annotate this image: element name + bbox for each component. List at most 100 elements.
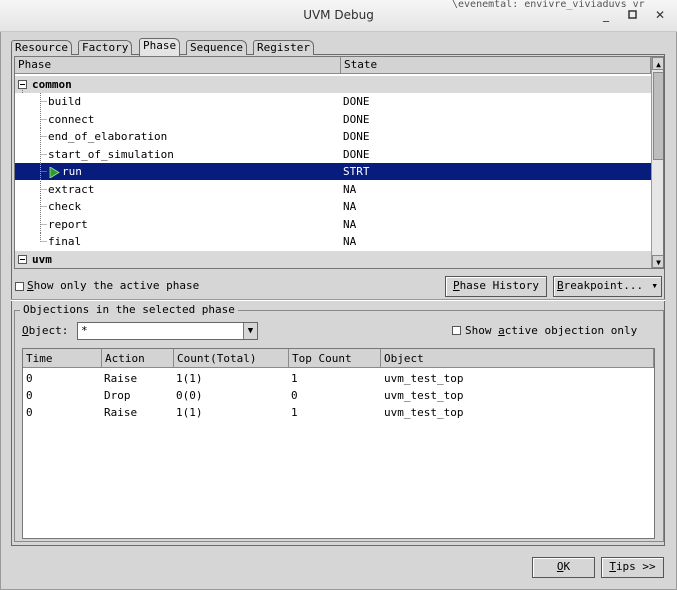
- separator: [11, 299, 665, 301]
- table-row[interactable]: 0 Raise 1(1) 1 uvm_test_top: [23, 404, 654, 421]
- phase-state: NA: [343, 182, 357, 196]
- phase-name: report: [48, 217, 88, 231]
- window-title: UVM Debug: [303, 8, 374, 22]
- tree-row[interactable]: build DONE: [15, 93, 651, 110]
- cell-top-count: 0: [291, 389, 298, 402]
- phase-name: build: [48, 95, 82, 108]
- column-header-top-count[interactable]: Top Count: [289, 349, 381, 368]
- phase-state: DONE: [343, 112, 370, 126]
- cell-count: 1(1): [176, 372, 203, 385]
- tree-row[interactable]: extract NA: [15, 180, 651, 198]
- column-header-action[interactable]: Action: [102, 349, 174, 368]
- collapse-toggle-icon[interactable]: [18, 251, 28, 268]
- cell-time: 0: [26, 389, 33, 402]
- tab-register[interactable]: Register: [253, 40, 314, 55]
- maximize-icon[interactable]: [625, 7, 641, 23]
- phase-tree[interactable]: Phase State common build DONE connect DO…: [14, 56, 664, 269]
- label-after: ctive objection only: [504, 324, 638, 337]
- minimize-icon[interactable]: _: [598, 7, 614, 23]
- tab-phase[interactable]: Phase: [139, 38, 181, 56]
- cell-time: 0: [26, 372, 33, 385]
- phase-name: start_of_simulation: [48, 147, 174, 161]
- label-rest: reakpoint...: [563, 279, 644, 292]
- column-header-phase[interactable]: Phase: [15, 57, 341, 74]
- tab-sequence[interactable]: Sequence: [186, 40, 247, 55]
- maximize-square: [628, 10, 637, 19]
- phase-name: extract: [48, 182, 95, 196]
- title-bar[interactable]: \evenemtal: envivre_viviaduvs vr UVM Deb…: [0, 0, 677, 32]
- table-row[interactable]: 0 Drop 0(0) 0 uvm_test_top: [23, 387, 654, 404]
- column-header-time[interactable]: Time: [23, 349, 102, 368]
- phase-name: final: [48, 235, 82, 248]
- mnemonic-a: a: [498, 324, 505, 337]
- scroll-up-arrow-icon[interactable]: ▲: [652, 57, 663, 70]
- phase-name: end_of_elaboration: [48, 130, 168, 143]
- label-rest: how only the active phase: [33, 279, 200, 292]
- cell-action: Raise: [104, 372, 138, 385]
- show-active-phase-label[interactable]: Show only the active phase: [27, 279, 199, 292]
- cell-object: uvm_test_top: [384, 372, 464, 385]
- phase-state: DONE: [343, 147, 370, 161]
- cell-object: uvm_test_top: [384, 406, 464, 419]
- label-rest: K: [563, 560, 571, 573]
- mnemonic-o: O: [556, 560, 564, 573]
- column-header-state[interactable]: State: [341, 57, 651, 74]
- phase-name: run: [62, 165, 82, 178]
- show-active-objection-checkbox[interactable]: [452, 326, 461, 335]
- tree-group-uvm[interactable]: uvm: [15, 251, 651, 268]
- tab-factory[interactable]: Factory: [78, 40, 133, 55]
- phase-history-button[interactable]: Phase History: [445, 276, 547, 297]
- objections-table[interactable]: Time Action Count(Total) Top Count Objec…: [22, 348, 655, 539]
- phase-state: DONE: [343, 95, 370, 108]
- label-rest: bject:: [28, 324, 69, 337]
- ok-button[interactable]: OK: [532, 557, 595, 578]
- tree-row[interactable]: final NA: [15, 233, 651, 250]
- phase-name: check: [48, 200, 82, 213]
- phase-state: NA: [343, 217, 357, 231]
- tab-resource[interactable]: Resource: [11, 40, 72, 55]
- tree-row[interactable]: check NA: [15, 198, 651, 215]
- cell-count: 1(1): [176, 406, 203, 419]
- tree-row[interactable]: connect DONE: [15, 110, 651, 128]
- scrollbar-thumb[interactable]: [653, 72, 663, 160]
- table-row[interactable]: 0 Raise 1(1) 1 uvm_test_top: [23, 370, 654, 387]
- cell-count: 0(0): [176, 389, 203, 402]
- tree-group-label: common: [32, 78, 72, 91]
- scroll-down-arrow-icon[interactable]: ▼: [652, 255, 663, 268]
- tree-group-label: uvm: [32, 253, 52, 266]
- breakpoint-dropdown-button[interactable]: Breakpoint... ▾: [553, 276, 662, 297]
- dropdown-arrow-icon: ▾: [651, 279, 658, 292]
- column-header-object[interactable]: Object: [381, 349, 654, 368]
- show-active-phase-checkbox[interactable]: [15, 282, 24, 291]
- objections-legend: Objections in the selected phase: [20, 303, 238, 316]
- object-filter-value[interactable]: *: [81, 324, 88, 337]
- phase-name: connect: [48, 112, 95, 126]
- show-active-objection-label[interactable]: Show active objection only: [465, 324, 637, 337]
- tree-row[interactable]: end_of_elaboration DONE: [15, 128, 651, 145]
- tree-group-common[interactable]: common: [15, 76, 651, 93]
- tree-vertical-scrollbar[interactable]: ▲ ▼: [651, 57, 663, 268]
- phase-state: NA: [343, 200, 357, 213]
- object-filter-combobox[interactable]: * ▼: [77, 322, 258, 340]
- mnemonic-b: B: [557, 279, 564, 292]
- tree-row-selected[interactable]: run STRT: [15, 163, 651, 180]
- cell-object: uvm_test_top: [384, 389, 464, 402]
- close-icon[interactable]: ✕: [652, 7, 668, 23]
- mnemonic-s: S: [27, 279, 34, 292]
- label-rest: ips >>: [615, 560, 656, 573]
- phase-state: STRT: [343, 165, 370, 178]
- phase-state: NA: [343, 235, 357, 248]
- combo-arrow-icon[interactable]: ▼: [243, 323, 257, 339]
- mnemonic-o: O: [22, 324, 29, 337]
- label-rest: hase History: [459, 279, 540, 292]
- tips-button[interactable]: Tips >>: [601, 557, 664, 578]
- cell-time: 0: [26, 406, 33, 419]
- object-label: Object:: [22, 324, 68, 337]
- mnemonic-t: T: [609, 560, 616, 573]
- cell-top-count: 1: [291, 372, 298, 385]
- tree-row[interactable]: start_of_simulation DONE: [15, 145, 651, 163]
- column-header-count[interactable]: Count(Total): [174, 349, 289, 368]
- cell-top-count: 1: [291, 406, 298, 419]
- label-before: Show: [465, 324, 499, 337]
- tree-row[interactable]: report NA: [15, 215, 651, 233]
